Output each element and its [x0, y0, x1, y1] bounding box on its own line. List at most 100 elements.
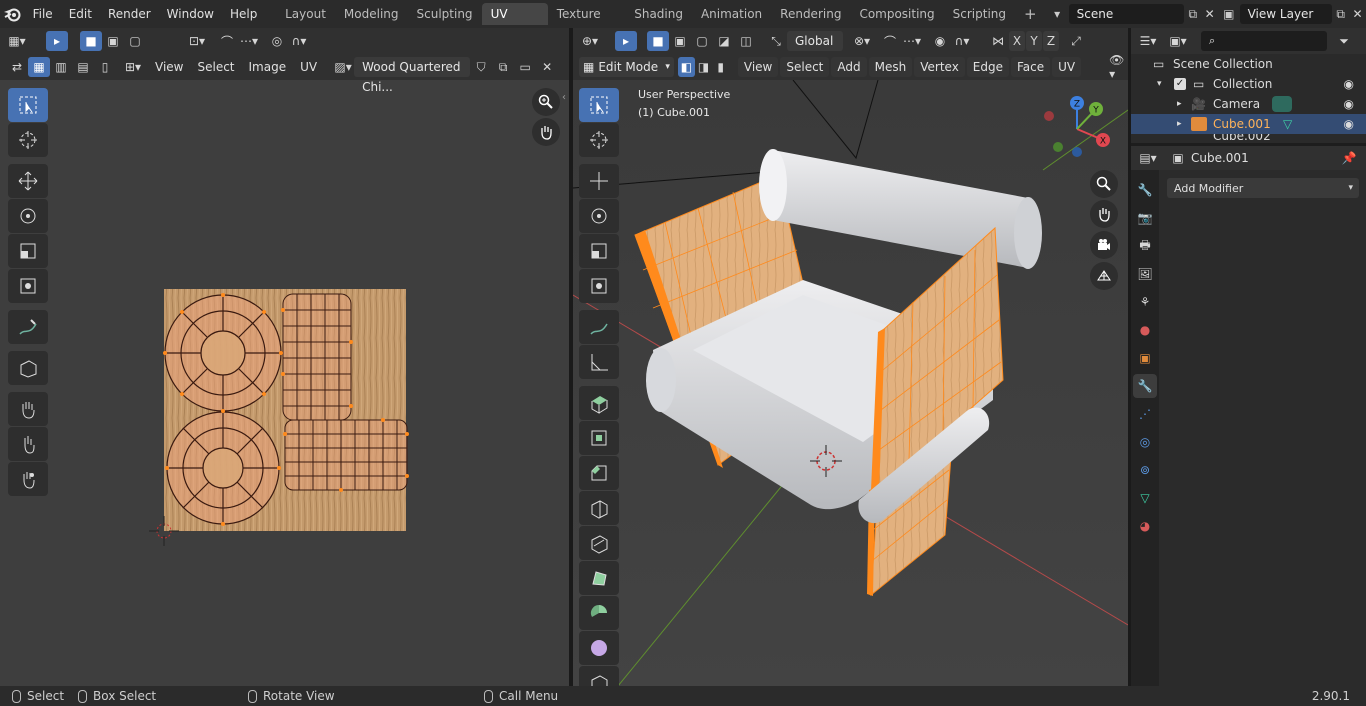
viewport-measure-icon[interactable] — [579, 345, 619, 379]
new-image-icon[interactable]: ⧉ — [492, 57, 514, 77]
particles-tab-icon[interactable]: ⋰ — [1133, 402, 1157, 426]
visibility-icon[interactable]: 👁▾ — [1109, 53, 1128, 81]
sync-selection-icon[interactable]: ⇄ — [6, 57, 28, 77]
viewport-scale-icon[interactable] — [579, 234, 619, 268]
tool-tab-icon[interactable]: 🔧 — [1133, 178, 1157, 202]
viewport-select-extend-icon[interactable]: ▣ — [669, 31, 691, 51]
view-layer-icon[interactable]: ▣ — [1218, 7, 1240, 21]
mesh-options-icon[interactable]: ⤢ — [1065, 31, 1087, 51]
orientation-dropdown[interactable]: Global — [787, 31, 843, 51]
rotate-tool-icon[interactable] — [8, 199, 48, 233]
rip-region-tool-icon[interactable] — [8, 351, 48, 385]
blender-logo-icon[interactable] — [0, 0, 25, 28]
snap-icon[interactable]: ⌒ — [216, 31, 238, 51]
outliner-search-field[interactable]: ⌕ — [1201, 31, 1327, 51]
viewport-transform-icon[interactable] — [579, 269, 619, 303]
mesh-data-icon[interactable]: ▽ — [1283, 114, 1292, 134]
mesh-face-mode-icon[interactable]: ▮ — [712, 57, 729, 77]
select-tool-icon[interactable]: ▸ — [46, 31, 68, 51]
ortho-grid-icon[interactable] — [1090, 262, 1118, 290]
menu-window[interactable]: Window — [159, 0, 222, 28]
workspace-tab-rendering[interactable]: Rendering — [771, 3, 850, 25]
viewport-menu-mesh[interactable]: Mesh — [868, 57, 913, 77]
viewport-menu-edge[interactable]: Edge — [966, 57, 1009, 77]
viewport-annotate-icon[interactable] — [579, 310, 619, 344]
workspace-tab-layout[interactable]: Layout — [276, 3, 335, 25]
pin-icon[interactable]: 📌 — [1338, 148, 1360, 168]
outliner-item-cube-002[interactable]: Cube.002 — [1131, 134, 1366, 143]
pan-view-icon[interactable] — [532, 118, 560, 146]
transform-tool-icon[interactable] — [8, 269, 48, 303]
view-layer-close-icon[interactable]: ✕ — [1349, 4, 1366, 24]
uv-island-grid-top[interactable] — [282, 293, 352, 421]
viewport-move-icon[interactable] — [579, 164, 619, 198]
workspace-tab-animation[interactable]: Animation — [692, 3, 771, 25]
menu-render[interactable]: Render — [100, 0, 159, 28]
scene-copy-icon[interactable]: ⧉ — [1184, 4, 1201, 24]
properties-editor[interactable]: ▤▾ ▣ Cube.001 📌 🔧 📷 🖶 🖼 ⚘ ● ▣ 🔧 ⋰ ◎ ⊚ ▽ … — [1131, 146, 1366, 686]
viewport-menu-face[interactable]: Face — [1011, 57, 1051, 77]
uv-island-circle-bottom[interactable] — [166, 411, 280, 525]
object-tab-icon[interactable]: ▣ — [1133, 346, 1157, 370]
mirror-x-toggle[interactable]: X — [1009, 31, 1025, 51]
viewport-select-intersect-icon[interactable]: ◫ — [735, 31, 757, 51]
scene-close-icon[interactable]: ✕ — [1201, 4, 1218, 24]
mirror-y-toggle[interactable]: Y — [1026, 31, 1042, 51]
collection-checkbox[interactable]: ✓ — [1174, 78, 1186, 90]
select-mode-extend-icon[interactable]: ▣ — [102, 31, 124, 51]
edge-select-icon[interactable]: ▥ — [50, 57, 72, 77]
viewport-rotate-icon[interactable] — [579, 199, 619, 233]
mirror-z-toggle[interactable]: Z — [1043, 31, 1059, 51]
snap-options-icon[interactable]: ⋯▾ — [238, 31, 260, 51]
view-layer-field[interactable]: View Layer — [1239, 4, 1333, 24]
poly-build-icon[interactable] — [579, 561, 619, 595]
uv-menu-select[interactable]: Select — [190, 57, 241, 77]
output-tab-icon[interactable]: 🖶 — [1133, 234, 1157, 258]
mesh-edge-mode-icon[interactable]: ◨ — [695, 57, 712, 77]
camera-data-icon[interactable] — [1272, 96, 1292, 112]
viewport-snap-icon[interactable]: ⌒ — [879, 31, 901, 51]
viewport-snap-options-icon[interactable]: ⋯▾ — [901, 31, 923, 51]
outliner[interactable]: ☰▾ ▣▾ ⌕ ⏷ ▭ Scene Collection ▾ ✓ ▭ Colle… — [1131, 28, 1366, 143]
expand-collection-icon[interactable]: ▾ — [1157, 74, 1162, 94]
mode-dropdown[interactable]: ▦ Edit Mode ▾ — [579, 57, 674, 77]
uv-menu-view[interactable]: View — [148, 57, 190, 77]
menu-help[interactable]: Help — [222, 0, 265, 28]
navigation-gizmo[interactable]: Z X Y — [1041, 93, 1113, 165]
collection-visibility-icon[interactable]: ◉ — [1344, 74, 1354, 94]
scene-tab-icon[interactable]: ⚘ — [1133, 290, 1157, 314]
filter-icon[interactable]: ⏷ — [1333, 31, 1355, 51]
expand-camera-icon[interactable]: ▸ — [1177, 94, 1182, 114]
annotate-tool-icon[interactable] — [8, 310, 48, 344]
properties-editor-type-icon[interactable]: ▤▾ — [1137, 148, 1159, 168]
workspace-tab-scripting[interactable]: Scripting — [944, 3, 1015, 25]
gizmo-neg-x-icon[interactable] — [1044, 111, 1054, 121]
viewport-menu-vertex[interactable]: Vertex — [914, 57, 965, 77]
inset-faces-icon[interactable] — [579, 421, 619, 455]
select-box-tool-icon[interactable] — [8, 88, 48, 122]
world-tab-icon[interactable]: ● — [1133, 318, 1157, 342]
display-mode-icon[interactable]: ▣▾ — [1167, 31, 1189, 51]
spin-icon[interactable] — [579, 596, 619, 630]
editor-type-icon[interactable]: ▦▾ — [6, 31, 28, 51]
viewport-editor-type-icon[interactable]: ⊕▾ — [579, 31, 601, 51]
constraints-tab-icon[interactable]: ⊚ — [1133, 458, 1157, 482]
pinch-tool-icon[interactable] — [8, 462, 48, 496]
outliner-scene-collection[interactable]: ▭ Scene Collection — [1131, 54, 1366, 74]
pivot-icon[interactable]: ⊡▾ — [186, 31, 208, 51]
pivot-point-icon[interactable]: ⊗▾ — [851, 31, 873, 51]
zoom-view-icon[interactable] — [532, 88, 560, 116]
mesh-vertex-mode-icon[interactable]: ◧ — [677, 57, 696, 77]
add-modifier-dropdown[interactable]: Add Modifier ▾ — [1167, 178, 1359, 198]
island-select-icon[interactable]: ▯ — [94, 57, 116, 77]
knife-icon[interactable] — [579, 526, 619, 560]
image-name-field[interactable]: Wood Quartered Chi... — [354, 57, 471, 94]
move-tool-icon[interactable] — [8, 164, 48, 198]
outliner-editor-type-icon[interactable]: ☰▾ — [1137, 31, 1159, 51]
3d-viewport[interactable]: ⊕▾ ▸ ■ ▣ ▢ ◪ ◫ ⤡ Global ⊗▾ ⌒ ⋯▾ ◉ ∩▾ ⋈ X… — [573, 28, 1128, 700]
viewport-menu-add[interactable]: Add — [831, 57, 867, 77]
menu-edit[interactable]: Edit — [61, 0, 100, 28]
viewport-scene[interactable] — [573, 80, 1128, 686]
smooth-icon[interactable] — [579, 631, 619, 665]
vertex-select-icon[interactable]: ▦ — [28, 57, 50, 77]
